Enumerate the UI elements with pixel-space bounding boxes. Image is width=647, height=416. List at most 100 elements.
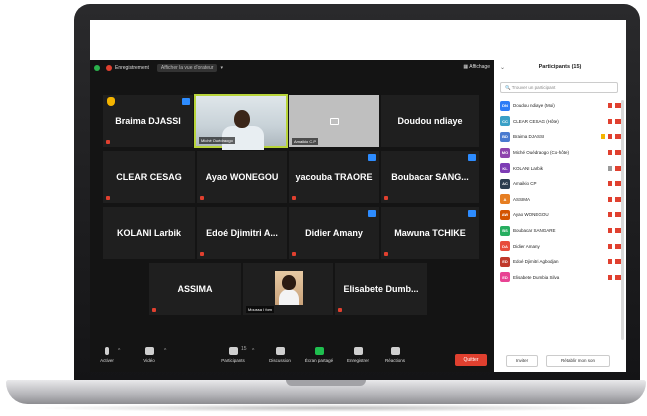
mic-status-icon [608,196,612,202]
participant-row[interactable]: DA Didier Amany [500,238,624,254]
chat-button[interactable]: Discussion [265,344,295,363]
record-button[interactable]: Enregistrer [343,344,373,363]
avatar: MO [500,147,510,158]
mic-muted-icon [338,308,342,312]
participant-search-input[interactable]: 🔍 Trouver un participant [500,82,618,93]
participant-tile-yacouba[interactable]: yacouba TRAORE [288,150,380,204]
participant-tile-amaikio[interactable]: Amaikio C.P [288,94,380,148]
participant-tile-elisabete[interactable]: Elisabete Dumb... [334,262,428,316]
participant-name: CLEAR CESAG [116,172,182,182]
camera-off-icon [330,118,339,126]
participant-tile-clear[interactable]: CLEAR CESAG [102,150,196,204]
participants-options-chevron-icon[interactable]: ^ [252,348,254,354]
avatar: A [500,194,510,205]
participant-row-name: Amaikio CP [513,181,537,187]
participant-row[interactable]: AC Amaikio CP [500,176,624,192]
avatar: CC [500,116,510,127]
reactions-button[interactable]: Réactions [380,344,410,363]
participant-row[interactable]: DN Doudou ndiaye (Moi) [500,98,624,114]
participant-row[interactable]: MO Miché Ouédraogo (Co-hôte) [500,145,624,161]
chevron-down-icon[interactable]: ▾ [220,65,223,71]
participant-row-name: Didier Amany [513,243,540,249]
participant-tile-edoe[interactable]: Edoé Djimitri A... [196,206,288,260]
share-screen-button[interactable]: Écran partagé [304,344,334,363]
mic-status-icon [608,243,612,249]
avatar: BS [500,225,510,236]
mic-muted-icon [106,140,110,144]
participant-tile-doudou[interactable]: Doudou ndiaye [380,94,480,148]
participants-icon [228,347,238,355]
participant-row[interactable]: CC CLEAR CESAG (Hôte) [500,114,624,130]
participant-row-name: Doudou ndiaye (Moi) [513,103,555,109]
participant-name: Moussa I fom [246,306,275,313]
video-camera-icon [144,347,154,355]
participant-name: Doudou ndiaye [397,116,463,126]
video-options-chevron-icon[interactable]: ^ [164,348,166,354]
speaker-view-button[interactable]: Afficher la vue d'orateur [156,64,218,72]
search-placeholder: Trouver un participant [511,85,556,90]
mic-status-icon [608,165,612,171]
participant-tile-kolani[interactable]: KOLANI Larbik [102,206,196,260]
participant-row[interactable]: AW Ayao WONEGOU [500,207,624,223]
participant-row-name: Boubacar SANGARE [513,228,556,234]
share-screen-label: Écran partagé [304,358,334,363]
view-toggle-button[interactable]: ▦ Affichage [463,64,490,70]
blank-banner [90,20,626,60]
avatar: DN [500,100,510,111]
spotlight-icon [368,154,376,161]
panel-scrollbar[interactable] [621,100,624,340]
mic-muted-icon [200,252,204,256]
participant-name: Didier Amany [305,228,363,238]
avatar: BD [500,131,510,142]
participant-row[interactable]: ED Edoé Djimitri Agbodjan [500,254,624,270]
leave-button[interactable]: Quitter [455,354,487,366]
person-video-image [275,271,303,305]
participant-row-name: KOLANI Larbik [513,165,544,171]
reactions-label: Réactions [384,358,405,363]
audio-options-chevron-icon[interactable]: ^ [118,348,120,354]
security-shield-icon[interactable] [94,65,100,71]
laptop-screen: Enregistrement Afficher la vue d'orateur… [90,20,626,372]
mic-muted-icon [106,196,110,200]
participant-name: Mawuna TCHIKE [394,228,466,238]
mic-muted-icon [384,196,388,200]
participant-row-name: Elisabete Dumbia Silva [513,274,560,280]
mic-status-icon [608,212,612,218]
avatar: DA [500,241,510,252]
participant-row[interactable]: BS Boubacar SANGARE [500,223,624,239]
spotlight-icon [468,210,476,217]
participant-tile-moussa-video[interactable]: Moussa I fom [242,262,334,316]
avatar: AW [500,209,510,220]
laptop-base [6,380,646,404]
participant-row[interactable]: KL KOLANI Larbik [500,160,624,176]
participant-row[interactable]: BD Braima DJASSI [500,129,624,145]
participant-row-name: CLEAR CESAG (Hôte) [513,118,559,124]
participant-tile-boubacar[interactable]: Boubacar SANG... [380,150,480,204]
participant-tile-assima[interactable]: ASSIMA [148,262,242,316]
recording-icon [106,65,112,71]
avatar: KL [500,163,510,174]
participant-tile-mawuna[interactable]: Mawuna TCHIKE [380,206,480,260]
mic-muted-icon [292,252,296,256]
participant-row-name: Edoé Djimitri Agbodjan [513,259,559,265]
meeting-area: Enregistrement Afficher la vue d'orateur… [90,60,494,372]
video-label: Vidéo [143,358,155,363]
participant-tile-braima[interactable]: Braima DJASSI [102,94,194,148]
mic-status-icon [608,274,612,280]
unmute-self-button[interactable]: Rétablir mon son [546,355,610,367]
chat-label: Discussion [269,358,291,363]
participant-tile-michel-video[interactable]: Miché Ouédraogo [194,94,288,150]
mic-status-icon [608,181,612,187]
participant-tile-ayao[interactable]: Ayao WONEGOU [196,150,288,204]
meeting-toolbar: Activer ^ Vidéo ^ Participants 15 ^ Disc… [90,342,494,372]
participant-name: Boubacar SANG... [391,172,469,182]
avatar: ED [500,272,510,283]
participant-row[interactable]: A ASSIMA [500,192,624,208]
participant-name: Amaikio C.P [292,138,319,145]
invite-button[interactable]: Inviter [506,355,538,367]
participant-tile-didier[interactable]: Didier Amany [288,206,380,260]
raised-hand-icon [601,134,605,140]
view-toggle-label: Affichage [469,64,490,70]
video-button[interactable]: Vidéo [134,344,164,363]
participant-row[interactable]: ED Elisabete Dumbia Silva [500,270,624,286]
